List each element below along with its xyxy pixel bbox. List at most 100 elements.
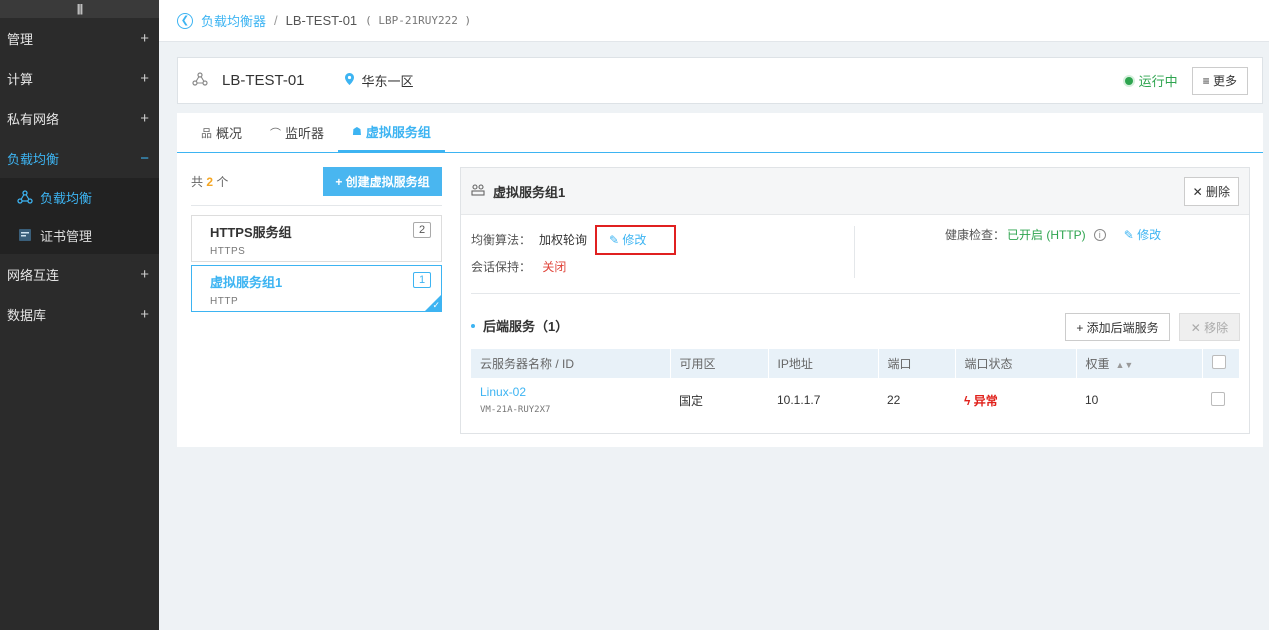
overview-icon: 品 [201, 127, 212, 140]
lb-header-card: LB-TEST-01 华东一区 运行中 ≡ 更多 [177, 57, 1263, 104]
count-prefix: 共 [191, 175, 204, 189]
status-dot-icon [1124, 76, 1133, 85]
status-badge: 运行中 [1124, 71, 1178, 90]
location-pin-icon [344, 73, 354, 88]
sidebar-subitem-certificates[interactable]: 证书管理 [0, 216, 159, 254]
zone-cell: 国定 [679, 393, 704, 408]
load-balancer-icon [192, 71, 208, 90]
sidebar-item-label: 私有网络 [7, 111, 60, 127]
health-check-row: 健康检查： 已开启 (HTTP) i ✎ 修改 [945, 226, 1161, 243]
sidebar-item-compute[interactable]: 计算 + [0, 58, 159, 98]
column-header: 端口 [878, 349, 956, 378]
tab-overview[interactable]: 品概况 [187, 113, 256, 152]
server-group-protocol: HTTP [210, 296, 239, 307]
more-button[interactable]: ≡ 更多 [1191, 66, 1248, 95]
plus-icon: + [140, 305, 149, 323]
group-count: 共 2 个 [191, 173, 228, 190]
health-value: 已开启 (HTTP) [1007, 228, 1086, 242]
sort-icon[interactable]: ▲▼ [1116, 360, 1134, 370]
table-row: Linux-02 VM-21A-RUY2X7 国定 10.1.1.7 22 ϟ … [471, 378, 1240, 422]
column-header-weight[interactable]: 权重 ▲▼ [1076, 349, 1203, 378]
plus-icon: + [140, 265, 149, 283]
sidebar-item-load-balancing[interactable]: 负载均衡 − [0, 138, 159, 178]
tab-listeners[interactable]: ⌒ 监听器 [256, 113, 338, 152]
sidebar-item-label: 数据库 [7, 307, 47, 323]
column-header-label: 权重 [1085, 357, 1110, 371]
tab-bar: 品概况 ⌒ 监听器 ☗ 虚拟服务组 [177, 113, 1263, 153]
edit-health-link[interactable]: ✎ 修改 [1124, 226, 1161, 243]
tab-label: 虚拟服务组 [365, 125, 431, 140]
create-server-group-button[interactable]: + 创建虚拟服务组 [323, 167, 442, 196]
edit-label: 修改 [1137, 228, 1162, 242]
session-row: 会话保持： 关闭 [471, 258, 566, 275]
backend-title-text: 后端服务（1） [483, 319, 569, 334]
server-group-count-badge: 2 [413, 222, 431, 238]
check-icon: ✓ [432, 300, 440, 310]
column-header: 云服务器名称 / ID [471, 349, 671, 378]
remove-backend-button: ✕ 移除 [1179, 313, 1240, 341]
ip-cell: 10.1.1.7 [777, 393, 821, 407]
server-group-item[interactable]: HTTPS服务组 HTTPS 2 [191, 215, 442, 262]
sidebar-item-label: 管理 [7, 31, 34, 47]
pencil-icon: ✎ [1123, 228, 1138, 242]
sidebar-subitem-load-balancer[interactable]: 负载均衡 [0, 178, 159, 216]
breadcrumb-separator: / [274, 13, 278, 28]
session-value: 关闭 [542, 260, 567, 274]
port-status-cell: ϟ 异常 [955, 378, 1076, 422]
highlight-box [595, 225, 676, 255]
count-value: 2 [206, 175, 214, 189]
vm-cell: Linux-02 VM-21A-RUY2X7 [471, 378, 670, 422]
server-group-protocol: HTTPS [210, 246, 246, 257]
row-checkbox[interactable] [1211, 391, 1225, 406]
plus-icon: + [140, 69, 149, 87]
server-group-detail: 虚拟服务组1 ✕ 删除 均衡算法： 加权轮询 ✎ 修改 会话保持： 关闭 健康检… [460, 167, 1250, 434]
sidebar-item-management[interactable]: 管理 + [0, 18, 159, 58]
lb-name: LB-TEST-01 [222, 72, 305, 89]
port-status-text: 异常 [973, 393, 998, 408]
column-header: 可用区 [670, 349, 769, 378]
main-panel: 共 2 个 + 创建虚拟服务组 HTTPS服务组 HTTPS 2 虚拟服务组1 … [177, 153, 1263, 447]
sidebar-item-label: 负载均衡 [7, 151, 60, 167]
session-label: 会话保持： [471, 260, 532, 274]
breadcrumb: ❮ 负载均衡器 / LB-TEST-01 ( LBP-21RUY222 ) [159, 0, 1269, 42]
status-text: 运行中 [1138, 74, 1178, 89]
sidebar-item-database[interactable]: 数据库 + [0, 294, 159, 334]
menu-icon[interactable]: ||| [0, 0, 159, 18]
algorithm-value: 加权轮询 [539, 233, 588, 247]
add-backend-button[interactable]: + 添加后端服务 [1065, 313, 1170, 341]
vm-id: VM-21A-RUY2X7 [480, 405, 551, 415]
delete-button[interactable]: ✕ 删除 [1183, 176, 1239, 206]
server-group-name: 虚拟服务组1 [210, 275, 283, 290]
tab-server-groups[interactable]: ☗ 虚拟服务组 [338, 113, 445, 152]
column-header: 端口状态 [955, 349, 1077, 378]
health-label: 健康检查： [945, 228, 1006, 242]
server-group-item-selected[interactable]: 虚拟服务组1 HTTP 1 ✓ [191, 265, 442, 312]
detail-title: 虚拟服务组1 [493, 184, 566, 200]
tab-label: 概况 [216, 126, 243, 141]
sidebar-item-interconnect[interactable]: 网络互连 + [0, 254, 159, 294]
minus-icon: − [140, 149, 149, 167]
sidebar-subitem-label: 证书管理 [40, 228, 93, 244]
backend-title: 后端服务（1） [471, 316, 568, 335]
breadcrumb-parent-link[interactable]: 负载均衡器 [201, 11, 266, 30]
plus-icon: + [140, 109, 149, 127]
region-label: 华东一区 [361, 74, 414, 89]
vm-name-link[interactable]: Linux-02 [480, 385, 670, 399]
sidebar-item-label: 网络互连 [7, 267, 60, 283]
select-all-cell [1202, 349, 1240, 378]
server-group-icon: ☗ [352, 126, 362, 138]
plus-icon: + [140, 29, 149, 47]
divider [471, 293, 1240, 294]
sidebar-item-vpc[interactable]: 私有网络 + [0, 98, 159, 138]
sidebar-submenu: 负载均衡 证书管理 [0, 178, 159, 254]
certificate-icon [16, 228, 34, 242]
back-icon[interactable]: ❮ [177, 12, 193, 29]
backend-table: 云服务器名称 / ID 可用区 IP地址 端口 端口状态 权重 ▲▼ Linux-… [471, 349, 1240, 422]
tab-label: 监听器 [285, 126, 325, 141]
headset-icon: ⌒ [270, 127, 282, 140]
select-all-checkbox[interactable] [1211, 355, 1226, 369]
server-group-icon [471, 183, 485, 199]
info-icon[interactable]: i [1093, 228, 1106, 241]
sidebar: ||| 管理 + 计算 + 私有网络 + 负载均衡 − 负载均衡 证书管理 网络互连 + … [0, 0, 159, 630]
lightning-icon: ϟ [964, 393, 974, 408]
